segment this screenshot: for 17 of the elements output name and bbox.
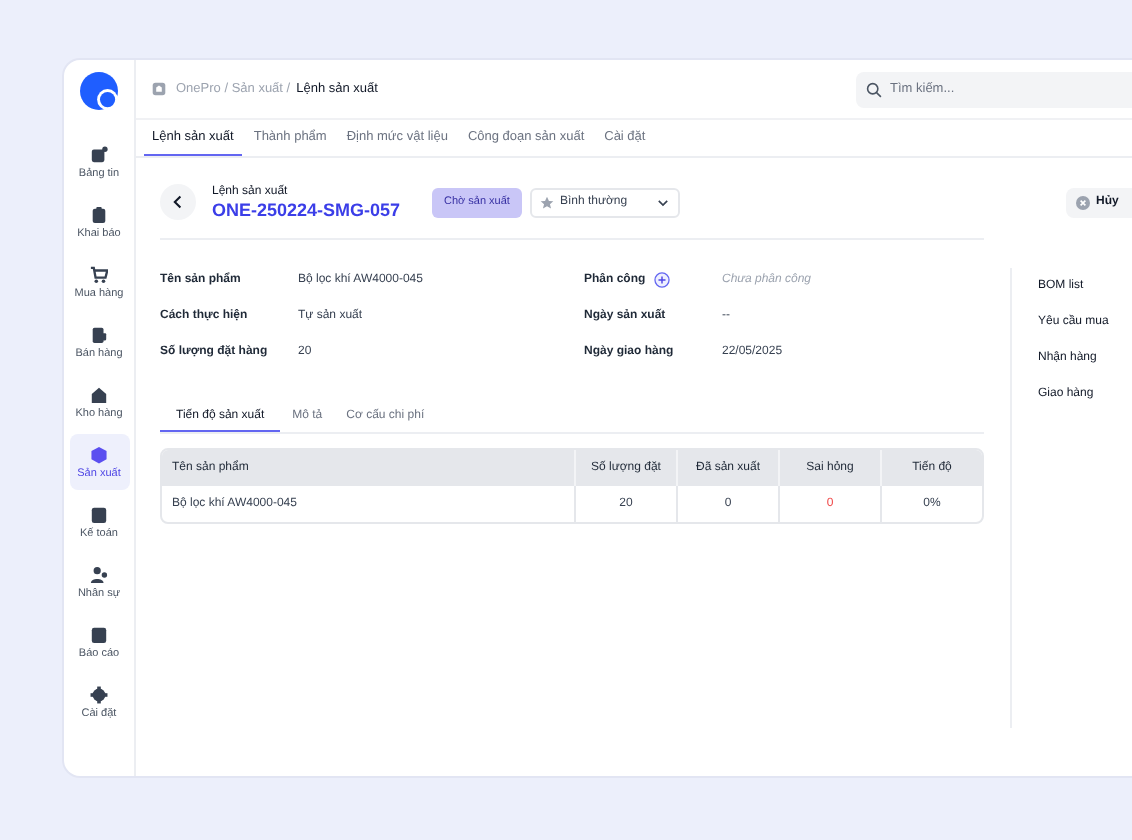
add-icon[interactable] [653, 272, 670, 288]
clipboard-icon [90, 205, 108, 223]
close-icon [1076, 195, 1090, 209]
cube-icon [90, 445, 108, 463]
cart-icon [90, 265, 108, 283]
order-code: ONE-250224-SMG-057 [212, 199, 403, 219]
warehouse-icon [90, 385, 108, 403]
back-button[interactable] [160, 184, 196, 220]
receipt-icon [90, 325, 108, 343]
search-icon [866, 81, 882, 97]
star-icon [539, 195, 554, 209]
people-icon [90, 565, 108, 583]
home-icon [152, 82, 166, 96]
caret-icon [655, 195, 670, 209]
newspaper-icon [90, 145, 108, 163]
chevron-left-icon [170, 194, 186, 210]
logo-icon [80, 72, 118, 110]
